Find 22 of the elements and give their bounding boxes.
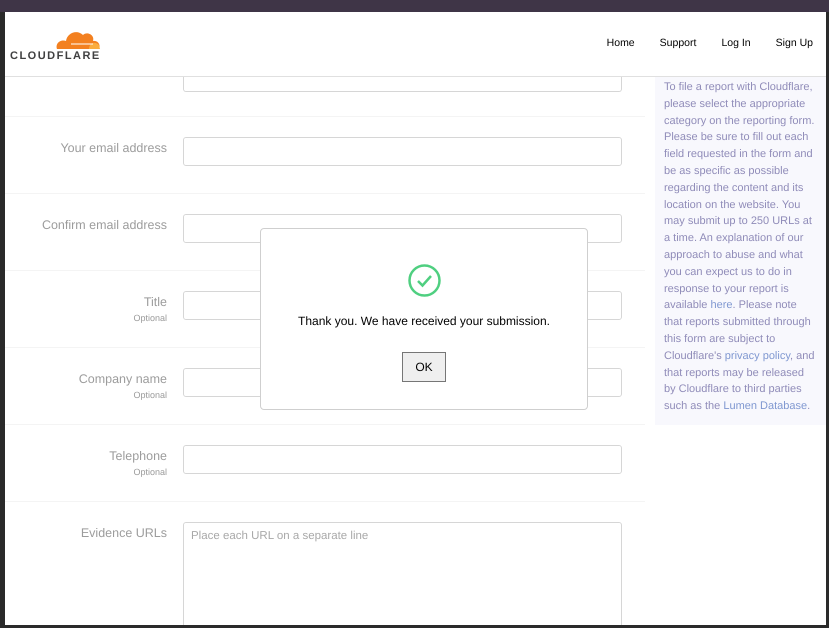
check-circle-icon bbox=[408, 264, 440, 297]
input-field[interactable] bbox=[183, 445, 622, 474]
field-label: Company name bbox=[78, 371, 167, 388]
field-label: Evidence URLs bbox=[80, 525, 167, 542]
input-field[interactable] bbox=[183, 137, 622, 166]
nav-link[interactable]: Log In bbox=[721, 36, 751, 52]
urls-textarea[interactable]: Place each URL on a separate line bbox=[183, 522, 622, 625]
dialog-message: Thank you. We have received your submission. bbox=[298, 313, 550, 330]
field-label: Telephone bbox=[109, 448, 167, 465]
field-label: Confirm email address bbox=[42, 217, 167, 234]
nav-link[interactable]: Sign Up bbox=[776, 36, 813, 52]
optional-note: Optional bbox=[133, 466, 167, 479]
field-label: Your email address bbox=[60, 140, 167, 157]
info-paragraph: To file a report with Cloudflare, please select the appropriate category on the reporting form. Please be sure to fill out each field requested in the form and be as specific as possible regarding the content and its location on the website. You may submit up to 250 URLs at a time. An explanation of our approach to abuse and what you can expect us to do in response to your report is available here. Please note that reports submitted through this form are subject to Cloudflare's privacy policy, and that reports may be released by Cloudflare to third parties such as the Lumen Database. bbox=[655, 77, 826, 425]
ok-button[interactable]: OK bbox=[402, 352, 446, 382]
field-label: Title bbox=[144, 294, 167, 311]
input-field[interactable] bbox=[183, 77, 622, 92]
optional-note: Optional bbox=[133, 388, 167, 402]
logo-text: CLOUDFLARE bbox=[10, 50, 101, 62]
nav-link[interactable]: Home bbox=[606, 36, 635, 52]
optional-note: Optional bbox=[133, 312, 167, 325]
nav-link[interactable]: Support bbox=[660, 36, 696, 52]
